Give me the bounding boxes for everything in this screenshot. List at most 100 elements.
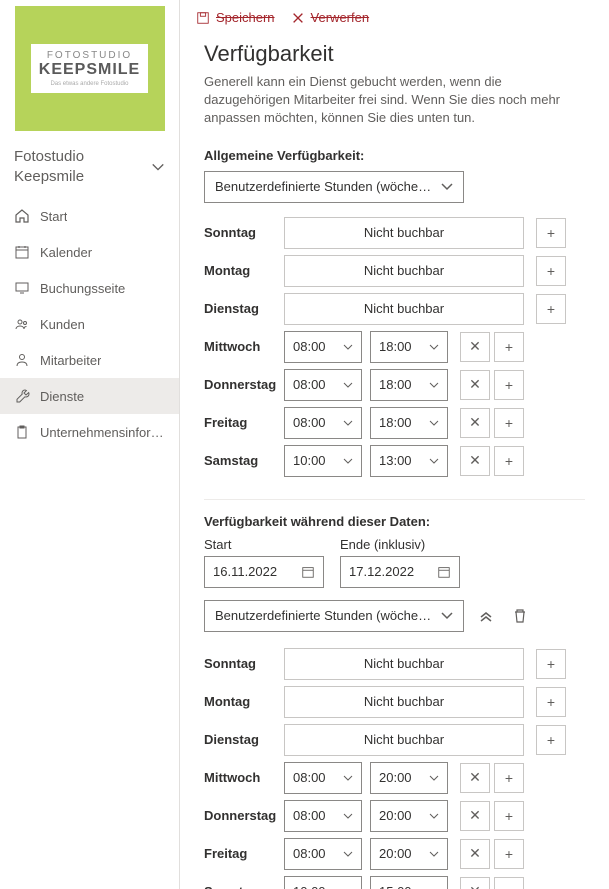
- remove-slot-button[interactable]: ✕: [460, 839, 490, 869]
- sidebar-item-buchungsseite[interactable]: Buchungsseite: [0, 270, 179, 306]
- day-label: Dienstag: [204, 301, 284, 316]
- day-row: DienstagNicht buchbar+: [204, 722, 585, 758]
- add-slot-button[interactable]: +: [536, 649, 566, 679]
- org-switcher[interactable]: FotostudioKeepsmile: [0, 139, 179, 198]
- end-time-select[interactable]: 18:00: [370, 331, 448, 363]
- day-row: Freitag08:0018:00✕+: [204, 405, 585, 441]
- chevron-down-icon: [429, 418, 439, 428]
- chevron-down-icon: [343, 811, 353, 821]
- sidebar-item-kunden[interactable]: Kunden: [0, 306, 179, 342]
- add-slot-button[interactable]: +: [494, 370, 524, 400]
- chevron-down-icon: [441, 610, 453, 622]
- day-label: Freitag: [204, 846, 284, 861]
- remove-slot-button[interactable]: ✕: [460, 332, 490, 362]
- start-time-select[interactable]: 10:00: [284, 876, 362, 889]
- start-time-select[interactable]: 08:00: [284, 331, 362, 363]
- not-bookable-box: Nicht buchbar: [284, 293, 524, 325]
- add-slot-button[interactable]: +: [536, 256, 566, 286]
- start-date-label: Start: [204, 537, 324, 552]
- start-date-input[interactable]: 16.11.2022: [204, 556, 324, 588]
- add-slot-button[interactable]: +: [536, 218, 566, 248]
- delete-button[interactable]: [508, 604, 532, 628]
- chevron-down-icon: [343, 418, 353, 428]
- end-time-select[interactable]: 20:00: [370, 838, 448, 870]
- sidebar-item-label: Dienste: [40, 389, 84, 404]
- day-label: Donnerstag: [204, 377, 284, 392]
- chevron-down-icon: [429, 342, 439, 352]
- sidebar-item-label: Buchungsseite: [40, 281, 125, 296]
- day-label: Samstag: [204, 884, 284, 889]
- chevron-down-icon: [343, 380, 353, 390]
- calendar-icon: [14, 244, 30, 260]
- discard-button[interactable]: Verwerfen: [291, 10, 370, 25]
- end-date-input[interactable]: 17.12.2022: [340, 556, 460, 588]
- add-slot-button[interactable]: +: [536, 725, 566, 755]
- sidebar-nav: Start Kalender Buchungsseite Kunden Mitarbei…: [0, 198, 179, 450]
- remove-slot-button[interactable]: ✕: [460, 877, 490, 889]
- add-slot-button[interactable]: +: [536, 294, 566, 324]
- add-slot-button[interactable]: +: [494, 839, 524, 869]
- chevron-down-icon: [343, 773, 353, 783]
- remove-slot-button[interactable]: ✕: [460, 763, 490, 793]
- add-slot-button[interactable]: +: [494, 763, 524, 793]
- add-slot-button[interactable]: +: [494, 408, 524, 438]
- end-time-select[interactable]: 18:00: [370, 407, 448, 439]
- end-time-select[interactable]: 20:00: [370, 800, 448, 832]
- person-icon: [14, 352, 30, 368]
- chevron-down-icon: [429, 456, 439, 466]
- remove-slot-button[interactable]: ✕: [460, 801, 490, 831]
- not-bookable-box: Nicht buchbar: [284, 255, 524, 287]
- sidebar-item-dienste[interactable]: Dienste: [0, 378, 179, 414]
- start-time-select[interactable]: 08:00: [284, 369, 362, 401]
- chevron-down-icon: [343, 849, 353, 859]
- day-row: DienstagNicht buchbar +: [204, 291, 585, 327]
- monitor-icon: [14, 280, 30, 296]
- remove-slot-button[interactable]: ✕: [460, 370, 490, 400]
- sidebar-item-unternehmensinformati[interactable]: Unternehmensinformati: [0, 414, 179, 450]
- override-availability-dropdown[interactable]: Benutzerdefinierte Stunden (wöchentlic..…: [204, 600, 464, 632]
- end-time-select[interactable]: 15:00: [370, 876, 448, 889]
- org-logo: FOTOSTUDIO KEEPSMILE Das etwas andere Fo…: [15, 6, 165, 131]
- sidebar-item-label: Start: [40, 209, 67, 224]
- add-slot-button[interactable]: +: [494, 877, 524, 889]
- remove-slot-button[interactable]: ✕: [460, 446, 490, 476]
- end-time-select[interactable]: 20:00: [370, 762, 448, 794]
- logo-line2: KEEPSMILE: [39, 61, 140, 79]
- sidebar-item-kalender[interactable]: Kalender: [0, 234, 179, 270]
- sidebar-item-label: Mitarbeiter: [40, 353, 101, 368]
- end-time-select[interactable]: 13:00: [370, 445, 448, 477]
- day-label: Mittwoch: [204, 770, 284, 785]
- sidebar-item-mitarbeiter[interactable]: Mitarbeiter: [0, 342, 179, 378]
- add-slot-button[interactable]: +: [536, 687, 566, 717]
- general-availability-dropdown[interactable]: Benutzerdefinierte Stunden (wöchentlic..…: [204, 171, 464, 203]
- start-time-select[interactable]: 10:00: [284, 445, 362, 477]
- chevron-down-icon: [441, 181, 453, 193]
- add-slot-button[interactable]: +: [494, 446, 524, 476]
- day-label: Donnerstag: [204, 808, 284, 823]
- remove-slot-button[interactable]: ✕: [460, 408, 490, 438]
- start-time-select[interactable]: 08:00: [284, 762, 362, 794]
- start-time-select[interactable]: 08:00: [284, 407, 362, 439]
- sidebar-item-label: Unternehmensinformati: [40, 425, 165, 440]
- day-row: Mittwoch08:0018:00✕+: [204, 329, 585, 365]
- end-time-select[interactable]: 18:00: [370, 369, 448, 401]
- day-row: Mittwoch08:0020:00 ✕+: [204, 760, 585, 796]
- override-heading: Verfügbarkeit während dieser Daten:: [204, 514, 585, 529]
- start-time-select[interactable]: 08:00: [284, 800, 362, 832]
- sidebar-item-start[interactable]: Start: [0, 198, 179, 234]
- double-chevron-up-icon: [478, 608, 494, 624]
- add-slot-button[interactable]: +: [494, 332, 524, 362]
- trash-icon: [512, 608, 528, 624]
- add-slot-button[interactable]: +: [494, 801, 524, 831]
- collapse-button[interactable]: [474, 604, 498, 628]
- chevron-down-icon: [429, 773, 439, 783]
- page-title: Verfügbarkeit: [204, 41, 585, 67]
- day-label: Montag: [204, 263, 284, 278]
- clipboard-icon: [14, 424, 30, 440]
- general-days: SonntagNicht buchbar+MontagNicht buchbar…: [204, 215, 585, 479]
- general-heading: Allgemeine Verfügbarkeit:: [204, 148, 585, 163]
- day-row: Samstag10:0013:00✕+: [204, 443, 585, 479]
- save-button[interactable]: Speichern: [196, 10, 275, 25]
- main: Speichern Verwerfen Verfügbarkeit Genere…: [180, 0, 609, 889]
- start-time-select[interactable]: 08:00: [284, 838, 362, 870]
